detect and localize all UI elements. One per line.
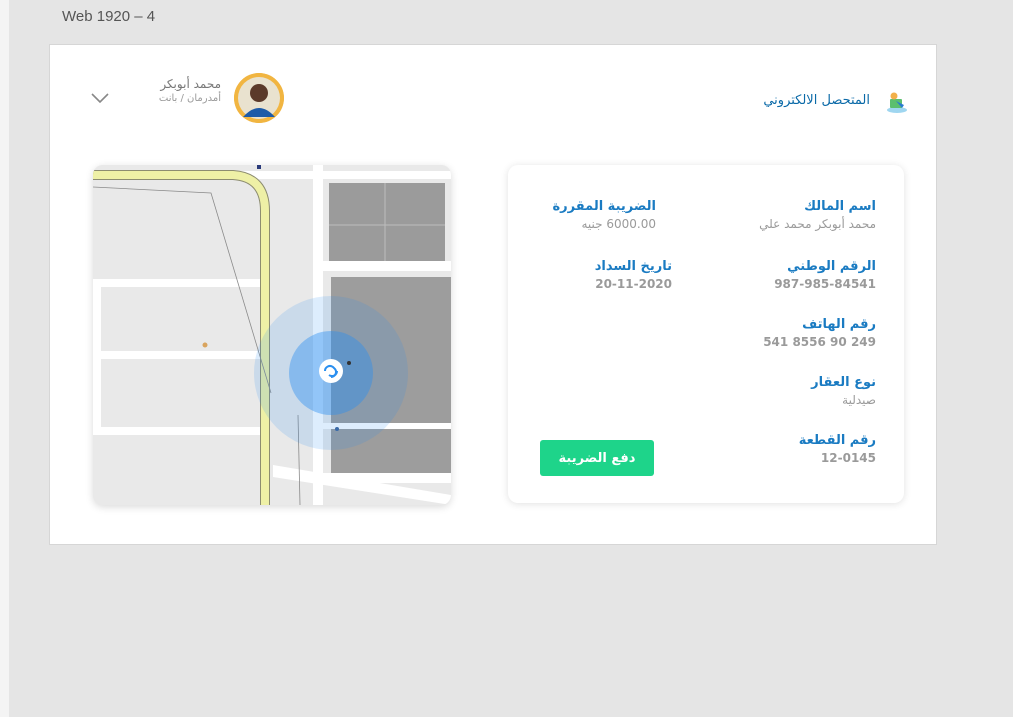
national-id-value: 987-985-84541	[774, 277, 876, 291]
phone-field: رقم الهاتف 249 90 8556 541	[763, 317, 876, 349]
property-type-value: صيدلية	[842, 393, 876, 407]
payment-date-field: تاريخ السداد 20-11-2020	[595, 259, 672, 291]
left-margin-strip	[0, 0, 9, 717]
user-name: محمد أبوبكر	[160, 77, 221, 91]
user-role: أمدرمان / بانت	[158, 93, 221, 104]
national-id-field: الرقم الوطني 987-985-84541	[774, 259, 876, 291]
owner-label: اسم المالك	[804, 199, 876, 214]
map-tiles	[93, 165, 451, 505]
tax-field: الضريبة المقررة 6000.00 جنيه	[553, 199, 657, 231]
plot-number-label: رقم القطعة	[798, 433, 876, 448]
plot-number-field: رقم القطعة 12-0145	[799, 433, 876, 465]
property-info-card: اسم المالك محمد أبوبكر محمد علي الرقم ال…	[508, 165, 904, 503]
chevron-down-icon[interactable]	[89, 87, 111, 109]
payment-date-label: تاريخ السداد	[594, 259, 672, 274]
pay-tax-button[interactable]: دفع الضريبة	[540, 440, 654, 476]
national-id-label: الرقم الوطني	[787, 259, 876, 274]
tax-label: الضريبة المقررة	[552, 199, 657, 214]
app-title: المتحصل الالكتروني	[763, 93, 870, 108]
e-collector-icon	[887, 92, 907, 113]
phone-label: رقم الهاتف	[802, 317, 876, 332]
tax-value: 6000.00 جنيه	[581, 217, 656, 231]
owner-value: محمد أبوبكر محمد علي	[759, 217, 876, 231]
app-brand[interactable]: المتحصل الالكتروني	[700, 89, 910, 115]
owner-field: اسم المالك محمد أبوبكر محمد علي	[759, 199, 876, 231]
phone-value: 249 90 8556 541	[763, 335, 876, 349]
avatar[interactable]	[234, 73, 284, 123]
user-menu[interactable]: محمد أبوبكر أمدرمان / بانت	[89, 73, 289, 123]
payment-date-value: 20-11-2020	[595, 277, 672, 291]
property-map[interactable]	[93, 165, 451, 505]
artboard-label: Web 1920 – 4	[62, 8, 156, 25]
plot-number-value: 12-0145	[820, 451, 876, 465]
property-type-field: نوع العقار صيدلية	[811, 375, 876, 407]
artboard: محمد أبوبكر أمدرمان / بانت المتحصل الالك…	[49, 44, 937, 545]
user-avatar-icon	[234, 73, 284, 123]
property-type-label: نوع العقار	[811, 375, 876, 390]
